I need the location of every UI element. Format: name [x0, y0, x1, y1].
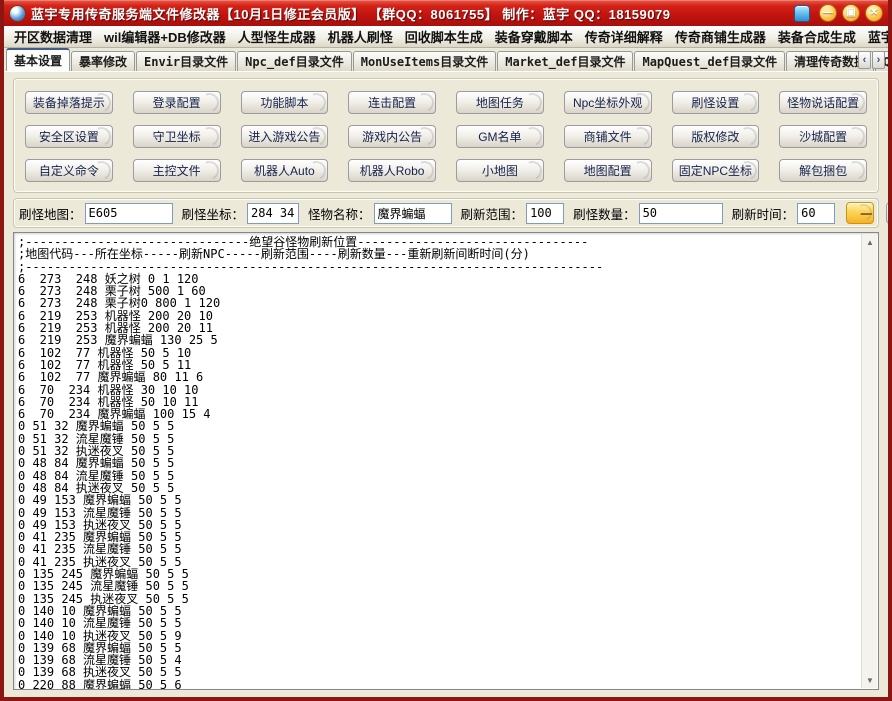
menu-item[interactable]: 传奇详细解释 — [579, 27, 669, 46]
menu-item[interactable]: 回收脚本生成 — [399, 27, 489, 46]
skin-theme-button[interactable] — [794, 5, 810, 22]
menu-item[interactable]: 机器人刷怪 — [322, 27, 399, 46]
spawn-count-input[interactable] — [639, 203, 723, 224]
basic-settings-panel: 装备掉落提示 登录配置 功能脚本 连击配置 地图任务 Npc坐标外观 刷怪设置 … — [4, 71, 888, 697]
tool-button-master-file[interactable]: 主控文件 — [133, 159, 221, 182]
tab-scroll-buttons: ‹ › — [858, 51, 885, 69]
tab-scroll-right-icon[interactable]: › — [872, 51, 885, 69]
spawn-coord-input[interactable] — [247, 203, 299, 224]
menu-item[interactable]: 装备合成生成 — [772, 27, 862, 46]
tool-button-unpack-pack[interactable]: 解包捆包 — [779, 159, 867, 182]
tool-button-gm-list[interactable]: GM名单 — [456, 125, 544, 148]
tool-button-function-script[interactable]: 功能脚本 — [241, 91, 329, 114]
tab-marketdef-dir[interactable]: Market_def目录文件 — [497, 51, 633, 71]
tool-button-drop-tips[interactable]: 装备掉落提示 — [25, 91, 113, 114]
tool-button-robot-robo[interactable]: 机器人Robo — [348, 159, 436, 182]
close-button[interactable]: ✕ — [865, 4, 883, 22]
refresh-time-input[interactable] — [797, 203, 835, 224]
tab-npcdef-dir[interactable]: Npc_def目录文件 — [237, 51, 352, 71]
tool-button-copyright[interactable]: 版权修改 — [672, 125, 760, 148]
tool-button-map-config[interactable]: 地图配置 — [564, 159, 652, 182]
menu-item[interactable]: 装备穿戴脚本 — [489, 27, 579, 46]
editor-scrollbar[interactable]: ▲ ▼ — [861, 234, 877, 688]
tool-button-login-config[interactable]: 登录配置 — [133, 91, 221, 114]
save-button[interactable]: 修改保存 — [886, 202, 888, 224]
refresh-time-label: 刷新时间： — [732, 204, 795, 223]
tab-basic-settings[interactable]: 基本设置 — [6, 48, 70, 71]
tab-monuseitems-dir[interactable]: MonUseItems目录文件 — [353, 51, 496, 71]
menu-item[interactable]: 人型怪生成器 — [232, 27, 322, 46]
spawn-map-input[interactable] — [85, 203, 173, 224]
menu-item[interactable]: 蓝宇herom2 — [862, 27, 888, 46]
tab-scroll-left-icon[interactable]: ‹ — [858, 51, 871, 69]
spawn-map-label: 刷怪地图： — [19, 204, 82, 223]
menu-item[interactable]: 传奇商铺生成器 — [669, 27, 772, 46]
tabbar: 基本设置 暴率修改 Envir目录文件 Npc_def目录文件 MonUseIt… — [4, 48, 888, 71]
scroll-down-icon[interactable]: ▼ — [862, 672, 878, 688]
tool-button-grid: 装备掉落提示 登录配置 功能脚本 连击配置 地图任务 Npc坐标外观 刷怪设置 … — [13, 78, 879, 193]
spawn-range-label: 刷新范围： — [461, 204, 524, 223]
tool-button-fixed-npc[interactable]: 固定NPC坐标 — [672, 159, 760, 182]
tool-button-robot-auto[interactable]: 机器人Auto — [241, 159, 329, 182]
tool-button-monster-spawn[interactable]: 刷怪设置 — [672, 91, 760, 114]
tool-button-combo-config[interactable]: 连击配置 — [348, 91, 436, 114]
app-window: 蓝宇专用传奇服务端文件修改器【10月1日修正会员版】 【群QQ：8061755】… — [0, 0, 892, 701]
minimize-button[interactable]: — — [819, 4, 837, 22]
tool-button-custom-command[interactable]: 自定义命令 — [25, 159, 113, 182]
spawn-range-input[interactable] — [526, 203, 564, 224]
spawn-form: 刷怪地图： 刷怪坐标： 怪物名称： 刷新范围： 刷怪数量： 刷新时间： 一键生成… — [13, 198, 879, 228]
titlebar: 蓝宇专用传奇服务端文件修改器【10月1日修正会员版】 【群QQ：8061755】… — [4, 0, 888, 26]
window-controls: — ▣ ✕ — [794, 4, 883, 22]
tool-button-shop-file[interactable]: 商铺文件 — [564, 125, 652, 148]
tab-drop-rate[interactable]: 暴率修改 — [71, 51, 135, 71]
tool-button-minimap[interactable]: 小地图 — [456, 159, 544, 182]
generate-button[interactable]: 一键生成 — [846, 202, 874, 224]
spawn-script-editor[interactable]: ;-------------------------------绝望谷怪物刷新位… — [13, 232, 879, 690]
spawn-count-label: 刷怪数量： — [573, 204, 636, 223]
tool-button-monster-say[interactable]: 怪物说话配置 — [779, 91, 867, 114]
tool-button-npc-position[interactable]: Npc坐标外观 — [564, 91, 652, 114]
tool-button-sandcity-config[interactable]: 沙城配置 — [779, 125, 867, 148]
tool-button-guard-coords[interactable]: 守卫坐标 — [133, 125, 221, 148]
menu-item[interactable]: 开区数据清理 — [8, 27, 98, 46]
app-globe-icon — [9, 5, 26, 22]
scroll-up-icon[interactable]: ▲ — [862, 234, 878, 250]
tool-button-map-quest[interactable]: 地图任务 — [456, 91, 544, 114]
tool-button-enter-notice[interactable]: 进入游戏公告 — [241, 125, 329, 148]
monster-name-input[interactable] — [374, 203, 452, 224]
tab-mapquestdef-dir[interactable]: MapQuest_def目录文件 — [634, 51, 785, 71]
spawn-coord-label: 刷怪坐标： — [182, 204, 245, 223]
maximize-button[interactable]: ▣ — [842, 4, 860, 22]
menubar: 开区数据清理 wil编辑器+DB修改器 人型怪生成器 机器人刷怪 回收脚本生成 … — [4, 26, 888, 48]
spawn-script-text[interactable]: ;-------------------------------绝望谷怪物刷新位… — [14, 233, 861, 689]
tool-button-ingame-notice[interactable]: 游戏内公告 — [348, 125, 436, 148]
monster-name-label: 怪物名称： — [308, 204, 371, 223]
menu-item[interactable]: wil编辑器+DB修改器 — [98, 27, 232, 46]
tool-button-safezone[interactable]: 安全区设置 — [25, 125, 113, 148]
window-title: 蓝宇专用传奇服务端文件修改器【10月1日修正会员版】 【群QQ：8061755】… — [31, 4, 670, 23]
tab-envir-dir[interactable]: Envir目录文件 — [136, 51, 236, 71]
